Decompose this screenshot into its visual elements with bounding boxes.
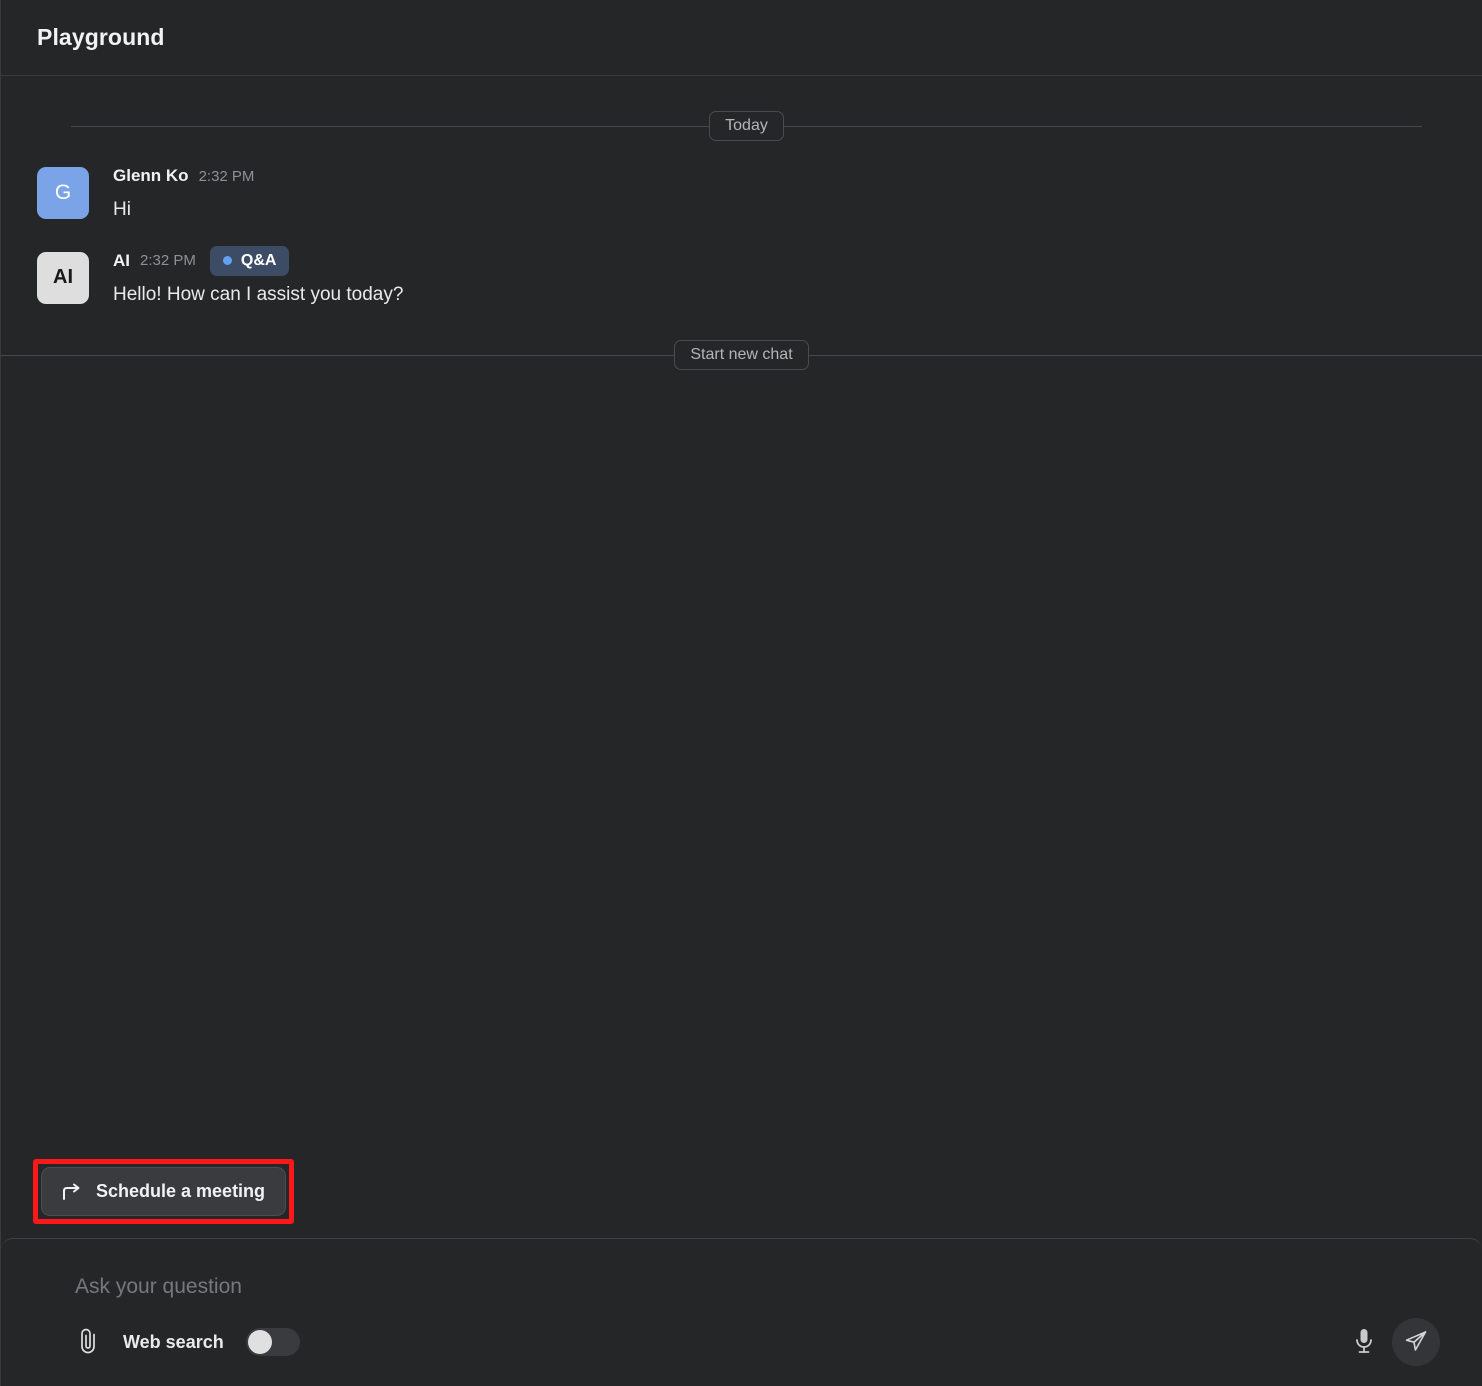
- attachment-button[interactable]: [75, 1326, 101, 1359]
- composer-toolbar: Web search: [35, 1318, 1448, 1366]
- schedule-meeting-button[interactable]: Schedule a meeting: [41, 1167, 287, 1216]
- page-title: Playground: [37, 24, 165, 50]
- start-new-chat-divider: Start new chat: [1, 333, 1482, 377]
- send-button[interactable]: [1392, 1318, 1440, 1366]
- badge-dot-icon: [222, 256, 232, 265]
- message-item: AI AI 2:32 PM Q&A Hello! How can I assis…: [1, 245, 1482, 310]
- forward-arrow-icon: [62, 1183, 82, 1201]
- message-body: Glenn Ko 2:32 PM Hi: [113, 164, 1446, 225]
- message-author: Glenn Ko: [113, 166, 189, 185]
- message-list: G Glenn Ko 2:32 PM Hi AI AI 2:32 PM Q&A …: [1, 146, 1482, 309]
- playground-app: Playground Today G Glenn Ko 2:32 PM Hi A: [0, 0, 1482, 1386]
- send-paper-plane-icon: [1404, 1329, 1428, 1356]
- status-badge-label: Q&A: [240, 251, 277, 269]
- date-divider-label: Today: [709, 111, 784, 141]
- microphone-button[interactable]: [1352, 1326, 1376, 1359]
- message-composer: Web search: [1, 1238, 1482, 1386]
- message-timestamp: 2:32 PM: [198, 167, 255, 185]
- conversation-panel: Today G Glenn Ko 2:32 PM Hi AI AI 2:32 P…: [1, 76, 1482, 1159]
- message-meta: Glenn Ko 2:32 PM: [113, 164, 1446, 188]
- web-search-label: Web search: [123, 1331, 224, 1352]
- message-text: Hi: [113, 199, 131, 220]
- message-timestamp: 2:32 PM: [140, 252, 196, 269]
- message-item: G Glenn Ko 2:32 PM Hi: [1, 164, 1482, 225]
- paperclip-icon: [75, 1326, 101, 1359]
- toggle-knob: [247, 1330, 272, 1354]
- composer-tools-right: [1352, 1318, 1440, 1366]
- highlight-annotation: Schedule a meeting: [33, 1159, 295, 1224]
- start-new-chat-button[interactable]: Start new chat: [674, 340, 809, 370]
- message-body: AI 2:32 PM Q&A Hello! How can I assist y…: [113, 245, 1446, 310]
- suggestion-row: Schedule a meeting: [1, 1159, 1482, 1238]
- question-input[interactable]: [35, 1275, 1448, 1299]
- composer-tools-left: Web search: [75, 1326, 300, 1359]
- message-text: Hello! How can I assist you today?: [113, 283, 404, 305]
- app-header: Playground: [1, 0, 1482, 76]
- date-divider: Today: [71, 106, 1422, 146]
- schedule-meeting-label: Schedule a meeting: [96, 1181, 266, 1201]
- web-search-toggle[interactable]: [245, 1328, 300, 1356]
- microphone-icon: [1352, 1326, 1376, 1359]
- status-badge: Q&A: [209, 245, 290, 276]
- avatar: AI: [37, 251, 89, 304]
- avatar: G: [37, 167, 89, 219]
- message-author: AI: [113, 250, 130, 270]
- message-meta: AI 2:32 PM Q&A: [113, 245, 1446, 276]
